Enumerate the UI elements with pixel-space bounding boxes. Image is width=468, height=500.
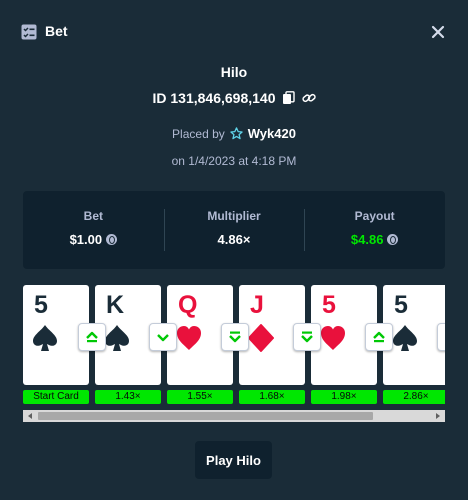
bet-id: ID 131,846,698,140 (152, 90, 276, 106)
stat-bet: Bet $1.00 (23, 191, 164, 269)
card-rank: 5 (34, 291, 48, 319)
vip-star-icon (230, 127, 243, 140)
spade-icon (393, 325, 417, 351)
multiplier-pill (441, 390, 445, 404)
close-icon[interactable] (426, 20, 450, 44)
multiplier-pill: Start Card (23, 390, 89, 404)
bet-slip-icon (21, 24, 37, 40)
card-rank: 5 (322, 291, 336, 319)
card-rank: J (250, 291, 264, 319)
guess-indicator-partial (437, 323, 445, 351)
diamond-icon (248, 324, 274, 352)
card-rank: 5 (394, 291, 408, 319)
bet-amount: $1.00 (69, 232, 103, 247)
spade-icon (33, 325, 57, 351)
spade-icon (105, 325, 129, 351)
multiplier-label: Multiplier (207, 209, 261, 223)
multiplier-pill: 1.98× (311, 390, 377, 404)
card-rank: Q (178, 291, 198, 319)
bet-stats-panel: Bet $1.00 Multiplier 4.86× Payout $4.86 (23, 191, 445, 269)
game-name: Hilo (220, 64, 248, 80)
username-link[interactable]: Wyk420 (248, 126, 296, 141)
stat-multiplier: Multiplier 4.86× (163, 191, 305, 269)
heart-icon (321, 326, 345, 350)
bet-date: on 1/4/2023 at 4:18 PM (171, 154, 297, 168)
link-icon[interactable] (301, 91, 316, 105)
guess-higher-or-same-icon (365, 323, 393, 351)
multiplier-pill: 1.55× (167, 390, 233, 404)
modal-title: Bet (45, 23, 68, 39)
scroll-right-icon[interactable] (431, 410, 445, 422)
bet-modal: Bet Hilo ID 131,846,698,140 Placed by Wy… (0, 0, 468, 500)
copy-icon[interactable] (282, 91, 296, 105)
stat-payout: Payout $4.86 (304, 191, 445, 269)
placed-by-row: Placed by Wyk420 (0, 126, 468, 141)
payout-amount: $4.86 (350, 232, 384, 247)
multiplier-pill: 2.86× (383, 390, 445, 404)
play-hilo-button[interactable]: Play Hilo (195, 441, 272, 479)
card-rank: K (106, 291, 125, 319)
multiplier-pill: 1.68× (239, 390, 305, 404)
guess-lower-or-same-icon (293, 323, 321, 351)
payout-label: Payout (354, 209, 395, 223)
bet-id-row: ID 131,846,698,140 (0, 90, 468, 106)
scroll-left-icon[interactable] (23, 410, 37, 422)
scrollbar-thumb[interactable] (38, 412, 373, 420)
multiplier-pill: 1.43× (95, 390, 161, 404)
placed-by-label: Placed by (172, 126, 225, 141)
heart-icon (177, 326, 201, 350)
card-history-strip[interactable]: 5 Start Card K 1.43× Q 1.55× J 1.68× 5 1… (23, 283, 445, 426)
modal-header: Bet (0, 0, 468, 62)
litecoin-icon (106, 234, 118, 245)
bet-label: Bet (83, 209, 103, 223)
guess-lower-or-same-icon (221, 323, 249, 351)
litecoin-icon (387, 234, 399, 245)
guess-lower-icon (149, 323, 177, 351)
multiplier-value: 4.86× (217, 232, 251, 247)
horizontal-scrollbar[interactable] (23, 410, 445, 422)
guess-higher-icon (78, 323, 106, 351)
